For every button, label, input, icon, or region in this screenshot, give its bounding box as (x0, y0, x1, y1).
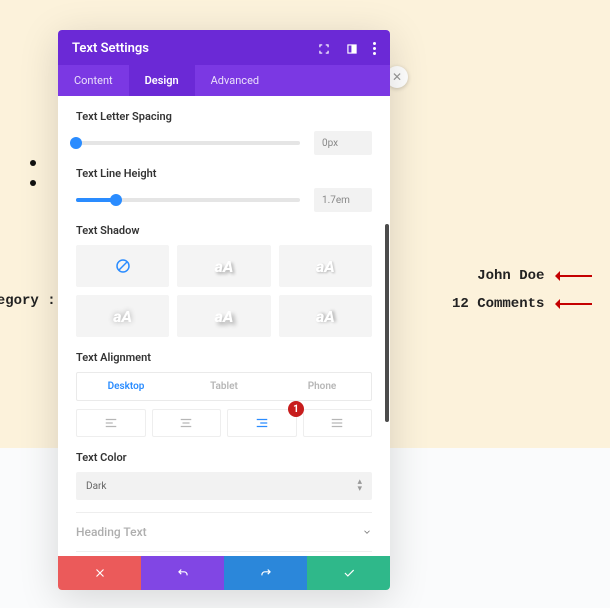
modal-title: Text Settings (72, 41, 149, 56)
undo-button[interactable] (141, 556, 224, 590)
comments-count: 12 Comments (452, 296, 544, 312)
category-label: ategory : (0, 293, 56, 309)
alignment-options: 1 (76, 409, 372, 437)
text-color-select[interactable]: Dark ▴▾ (76, 472, 372, 500)
none-icon (114, 257, 132, 275)
expand-icon[interactable] (317, 42, 331, 56)
text-settings-modal: Text Settings Content Design Advanced Te… (58, 30, 390, 590)
shadow-preset-3[interactable]: aA (76, 295, 169, 337)
redo-icon (259, 566, 273, 580)
text-color-value: Dark (86, 481, 106, 492)
modal-footer (58, 556, 390, 590)
shadow-preset-1[interactable]: aA (177, 245, 270, 287)
letter-spacing-label: Text Letter Spacing (76, 110, 372, 123)
device-tablet[interactable]: Tablet (175, 373, 273, 400)
align-left[interactable] (76, 409, 146, 437)
device-desktop[interactable]: Desktop (77, 373, 175, 400)
panel-icon[interactable] (345, 42, 359, 56)
tab-design[interactable]: Design (129, 65, 195, 96)
tab-content[interactable]: Content (58, 65, 129, 96)
modal-tabs: Content Design Advanced (58, 65, 390, 96)
alignment-badge: 1 (288, 401, 304, 417)
line-height-value[interactable]: 1.7em (314, 188, 372, 212)
device-tabs: Desktop Tablet Phone (76, 372, 372, 401)
cancel-button[interactable] (58, 556, 141, 590)
chevron-down-icon (362, 527, 372, 537)
decorative-dots (30, 160, 36, 186)
align-justify[interactable] (303, 409, 373, 437)
save-button[interactable] (307, 556, 390, 590)
align-right[interactable] (227, 409, 297, 437)
shadow-preset-5[interactable]: aA (279, 295, 372, 337)
align-center[interactable] (152, 409, 222, 437)
modal-body: Text Letter Spacing 0px Text Line Height… (58, 96, 390, 556)
letter-spacing-value[interactable]: 0px (314, 131, 372, 155)
line-height-slider[interactable] (76, 198, 300, 202)
text-color-label: Text Color (76, 451, 372, 464)
more-menu-icon[interactable] (373, 42, 376, 55)
redo-button[interactable] (224, 556, 307, 590)
scrollbar-thumb[interactable] (385, 224, 389, 422)
author-name: John Doe (477, 268, 544, 284)
text-shadow-label: Text Shadow (76, 224, 372, 237)
select-caret-icon: ▴▾ (357, 479, 362, 493)
shadow-presets: aA aA aA aA aA (76, 245, 372, 337)
arrow-icon (556, 303, 592, 305)
shadow-none[interactable] (76, 245, 169, 287)
device-phone[interactable]: Phone (273, 373, 371, 400)
letter-spacing-slider[interactable] (76, 141, 300, 145)
accordion-heading-text[interactable]: Heading Text (76, 512, 372, 551)
modal-header: Text Settings Content Design Advanced (58, 30, 390, 96)
accordion-label: Heading Text (76, 525, 147, 539)
shadow-preset-2[interactable]: aA (279, 245, 372, 287)
close-icon (93, 566, 107, 580)
alignment-label: Text Alignment (76, 351, 372, 364)
tab-advanced[interactable]: Advanced (195, 65, 275, 96)
meta-labels: John Doe 12 Comments (452, 268, 592, 312)
check-icon (342, 566, 356, 580)
shadow-preset-4[interactable]: aA (177, 295, 270, 337)
undo-icon (176, 566, 190, 580)
arrow-icon (556, 275, 592, 277)
line-height-label: Text Line Height (76, 167, 372, 180)
accordion-sizing[interactable]: Sizing (76, 551, 372, 556)
